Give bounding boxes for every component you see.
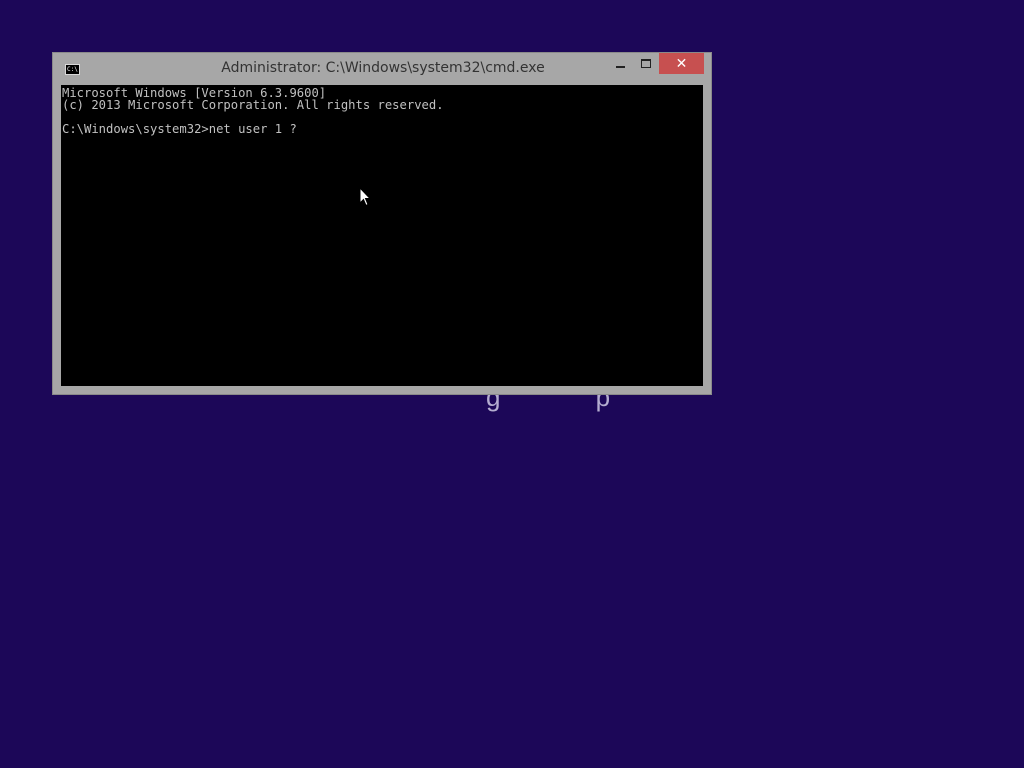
close-icon: ✕ [675,55,688,72]
mouse-pointer-icon [359,187,371,207]
window-titlebar[interactable]: C:\ Administrator: C:\Windows\system32\c… [53,53,711,84]
maximize-icon [641,59,651,68]
console-output[interactable]: Microsoft Windows [Version 6.3.9600] (c)… [61,85,703,386]
console-line-copyright: (c) 2013 Microsoft Corporation. All righ… [62,98,444,112]
console-scrollbar[interactable] [703,85,710,386]
minimize-button[interactable] [607,53,633,74]
maximize-button[interactable] [633,53,659,74]
console-prompt-line: C:\Windows\system32>net user 1 ? [62,122,297,136]
cmd-window[interactable]: C:\ Administrator: C:\Windows\system32\c… [52,52,712,395]
close-button[interactable]: ✕ [659,53,704,74]
minimize-icon [615,65,625,68]
